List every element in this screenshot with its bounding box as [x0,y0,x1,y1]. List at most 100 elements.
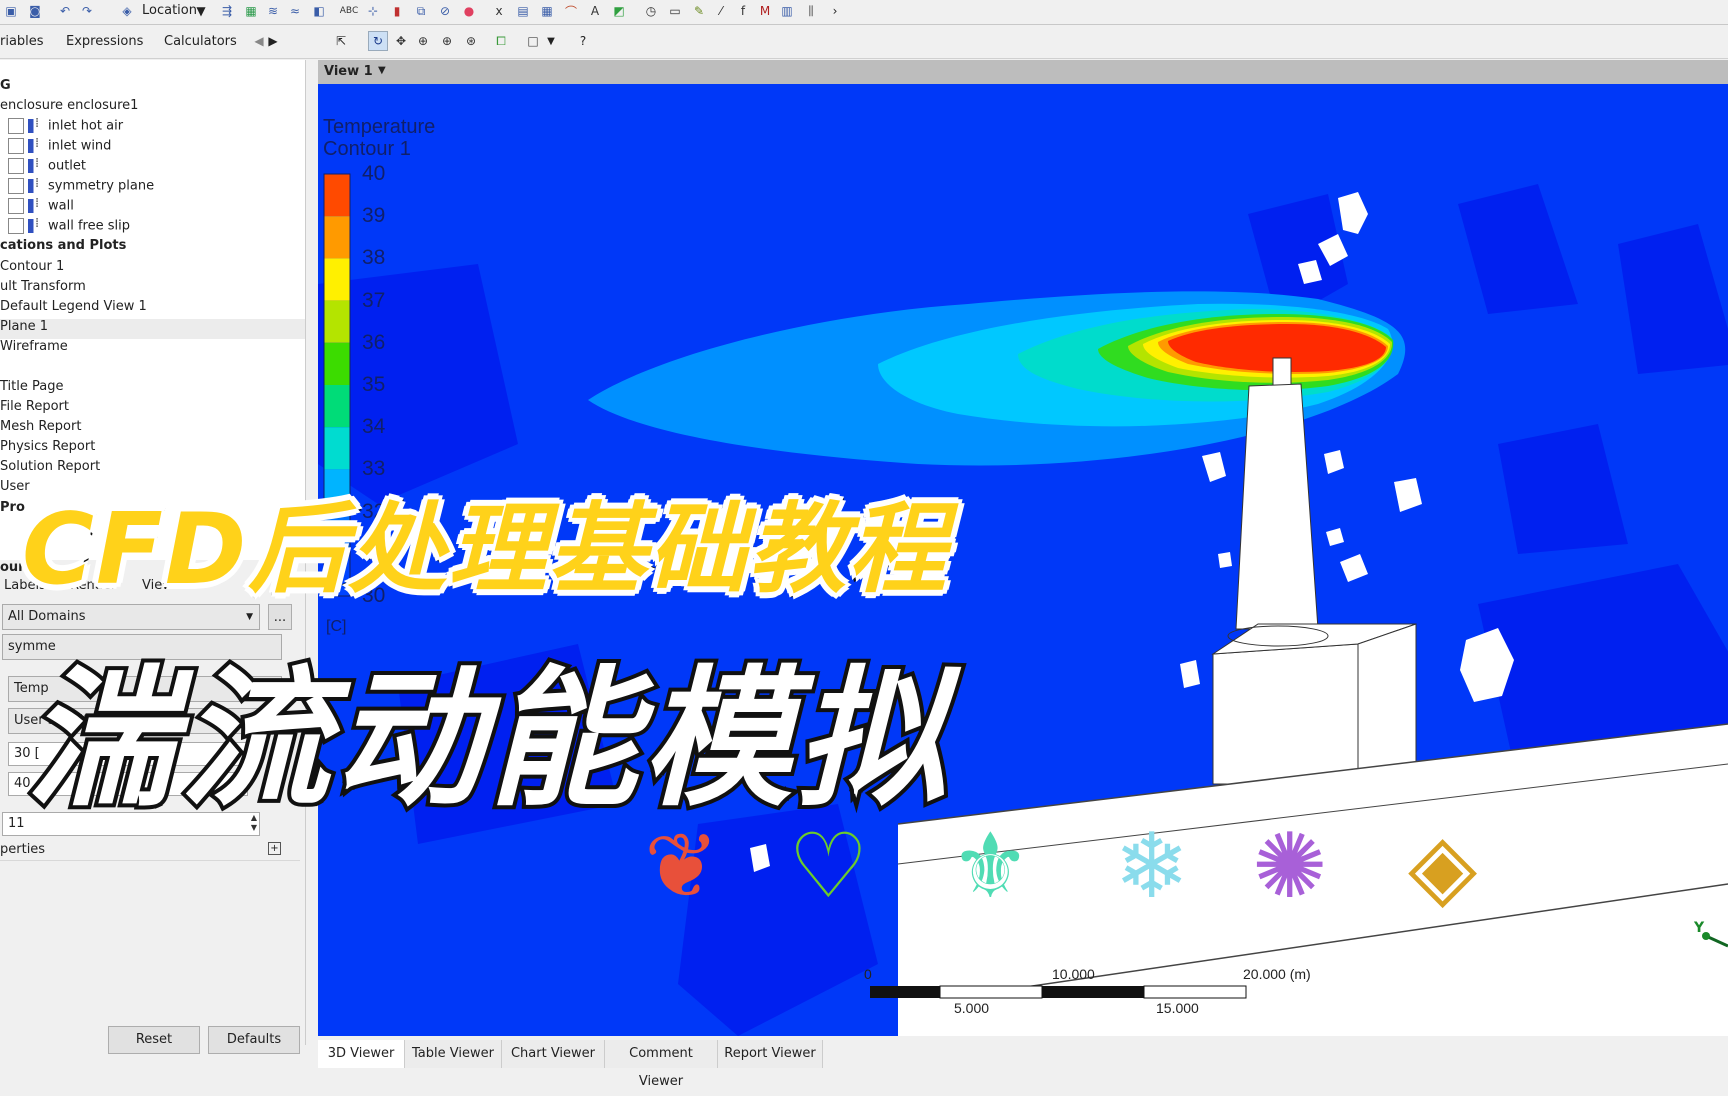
contour-icon[interactable]: ▦ [242,2,260,20]
zoom-box-icon[interactable]: ⊛ [462,32,480,50]
command-editor-icon[interactable]: › [826,2,844,20]
tree-item-contour[interactable]: Contour 1 [0,259,64,274]
visibility-checkbox[interactable] [8,198,24,214]
particle-track-icon[interactable]: ≈ [286,2,304,20]
variable-icon[interactable]: x [490,2,508,20]
coordinate-frame-icon[interactable]: ⊹ [364,2,382,20]
redo-icon[interactable]: ↷ [78,2,96,20]
visibility-checkbox[interactable] [8,138,24,154]
tree-domain[interactable]: enclosure enclosure1 [0,98,138,113]
tree-item-report[interactable]: Mesh Report [0,419,81,434]
reset-button[interactable]: Reset [108,1026,200,1054]
legend-color-band [324,300,350,343]
tree-item-plane[interactable]: Plane 1 [0,319,48,334]
comment-icon[interactable]: A [586,2,604,20]
tree-section-user-locations[interactable]: cations and Plots [0,238,126,253]
chevron-down-icon[interactable]: ▼ [542,32,560,50]
tree-item-report[interactable]: Physics Report [0,439,95,454]
mesh-calculator-icon[interactable]: ▥ [778,2,796,20]
text-icon[interactable]: ABC [340,2,358,20]
tree-item-label: outlet [48,158,86,174]
tab-report-viewer[interactable]: Report Viewer [718,1040,823,1068]
geo-emblem-icon: ◈ [1408,814,1478,919]
defaults-button[interactable]: Defaults [208,1026,300,1054]
snapshot-icon[interactable]: ◙ [26,2,44,20]
tree-item[interactable]: wall free slip [8,216,130,234]
tree-item-transform[interactable]: ult Transform [0,279,86,294]
clip-plane-icon[interactable]: ⊘ [436,2,454,20]
tree-root[interactable]: G [0,78,11,93]
main-toolbar: ▣ ◙ ↶ ↷ ◈ Location ▼ ⇶ ▦ ≋ ≈ ◧ ABC ⊹ ▮ ⧉… [0,0,1728,25]
details-title: our [0,560,25,575]
select-icon[interactable]: ⇱ [332,32,350,50]
color-map-icon[interactable]: ● [460,2,478,20]
tree-item-report[interactable]: File Report [0,399,69,414]
chevron-down-icon[interactable]: ▼ [192,2,210,20]
instance-transform-icon[interactable]: ⧉ [412,2,430,20]
boundary-icon [28,116,42,133]
help-icon[interactable]: ? [574,32,592,50]
streamline-icon[interactable]: ≋ [264,2,282,20]
visibility-checkbox[interactable] [8,158,24,174]
quick-edit-icon[interactable]: ✎ [690,2,708,20]
tab-table-viewer[interactable]: Table Viewer [405,1040,502,1068]
tree-item-wireframe[interactable]: Wireframe [0,339,68,354]
rotate-icon[interactable]: ↻ [368,31,388,51]
tab-3d-viewer[interactable]: 3D Viewer [318,1040,405,1068]
tree-item[interactable]: wall [8,196,74,214]
anemo-emblem-icon: ⚜ [950,814,1031,919]
animation-icon[interactable]: ▭ [666,2,684,20]
macro-calculator-icon[interactable]: M [756,2,774,20]
legend-tick-label: 37 [362,288,386,312]
legend-tick-label: 39 [362,204,386,228]
view-select[interactable]: View 1 [324,64,373,79]
tree-item-report[interactable]: Title Page [0,379,63,394]
save-icon[interactable]: ▣ [2,2,20,20]
tree-item[interactable]: symmetry plane [8,176,154,194]
probe-icon[interactable]: ⁄ [712,2,730,20]
table-icon[interactable]: ▦ [538,2,556,20]
undo-icon[interactable]: ↶ [56,2,74,20]
visibility-checkbox[interactable] [8,218,24,234]
time-step-icon[interactable]: ◷ [642,2,660,20]
legend-icon[interactable]: ▮ [388,2,406,20]
tab-scroll-right-icon[interactable]: ▶ [264,32,282,50]
tree-item[interactable]: inlet wind [8,136,111,154]
function-calculator-icon[interactable]: f [734,2,752,20]
volume-rendering-icon[interactable]: ◧ [310,2,328,20]
fit-view-icon[interactable]: ⧠ [492,32,510,50]
viewport-layout-icon[interactable]: □ [524,32,542,50]
tab-expressions[interactable]: Expressions [66,34,143,49]
tab-variables[interactable]: riables [0,34,44,49]
case-comparison-icon[interactable]: ⫼ [802,2,820,20]
vector-icon[interactable]: ⇶ [218,2,236,20]
boundary-icon [28,216,42,233]
scale-bar [870,985,1247,999]
overlay-title-line1: CFD后处理基础教程 [19,490,949,610]
tree-item-legend[interactable]: Default Legend View 1 [0,299,147,314]
visibility-checkbox[interactable] [8,178,24,194]
zoom-in-icon[interactable]: ⊕ [438,32,456,50]
zoom-icon[interactable]: ⊕ [414,32,432,50]
legend-subtitle: Contour 1 [323,138,411,160]
legend-tick-label: 36 [362,330,386,354]
chevron-down-icon[interactable]: ▼ [378,65,386,76]
tree-item[interactable]: inlet hot air [8,116,123,134]
expand-icon[interactable]: + [268,842,281,855]
divider [0,860,300,861]
tree-item-label: wall [48,198,74,214]
pan-icon[interactable]: ✥ [392,32,410,50]
tree-item[interactable]: outlet [8,156,86,174]
tab-comment-viewer[interactable]: Comment Viewer [605,1040,718,1089]
scale-label: 5.000 [954,1000,990,1016]
tab-chart-viewer[interactable]: Chart Viewer [502,1040,605,1068]
legend-color-band [324,216,350,259]
chart-icon[interactable]: ⌒ [562,2,580,20]
tab-calculators[interactable]: Calculators [164,34,237,49]
visibility-checkbox[interactable] [8,118,24,134]
expression-icon[interactable]: ▤ [514,2,532,20]
cryo-emblem-icon: ❄ [1114,814,1190,919]
figure-icon[interactable]: ◩ [610,2,628,20]
location-menu[interactable]: Location [142,3,197,18]
num-contours-value: 11 [8,816,25,831]
